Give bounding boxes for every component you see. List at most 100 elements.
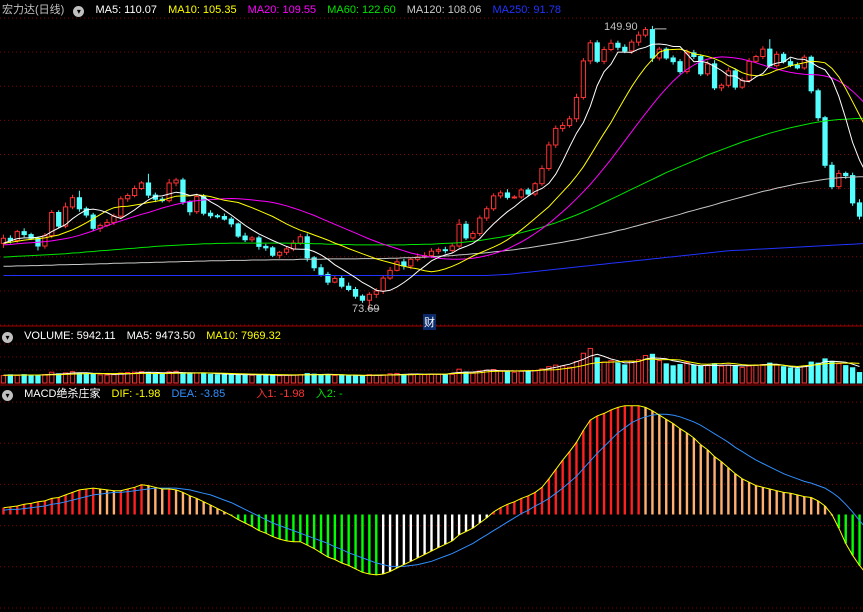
volume-bar <box>760 364 766 384</box>
volume-bar <box>325 374 331 384</box>
price-panel[interactable] <box>0 25 863 310</box>
volume-toggle-icon[interactable]: ▾ <box>2 332 13 343</box>
volume-label: VOLUME: 5942.11 <box>24 330 116 342</box>
macd-bar <box>692 438 696 515</box>
ma60-label: MA60: 122.60 <box>327 4 396 16</box>
volume-bar <box>815 362 821 384</box>
volume-bar <box>677 364 683 384</box>
macd-bar <box>319 514 323 553</box>
candle <box>732 70 738 88</box>
volume-bar <box>587 347 593 384</box>
macd-bar <box>409 514 412 562</box>
macd-title: MACD绝杀庄家 <box>24 388 101 400</box>
volume-bar <box>332 374 338 384</box>
macd-bar <box>312 514 316 549</box>
macd-bar <box>264 514 268 534</box>
volume-bar <box>290 374 297 384</box>
dea-label: DEA: -3.85 <box>171 388 226 400</box>
low-price-annotation: 73.69 <box>352 303 380 315</box>
volume-ma10-label: MA10: 7969.32 <box>206 330 281 342</box>
macd-bar <box>734 473 737 515</box>
candle <box>580 60 587 98</box>
volume-bar <box>359 375 366 384</box>
macd-bar <box>478 514 482 523</box>
macd-bar <box>789 493 792 515</box>
volume-bar <box>401 373 407 384</box>
candle <box>387 269 393 279</box>
macd-bar <box>513 501 516 515</box>
volume-bar <box>801 366 807 384</box>
macd-panel[interactable] <box>2 405 863 602</box>
ma250-label: MA250: 91.78 <box>492 4 561 16</box>
macd-bar <box>423 514 426 555</box>
macd-bar <box>340 514 343 563</box>
macd-bar <box>637 405 640 515</box>
candle <box>339 277 345 287</box>
volume-ma5-line <box>3 353 860 377</box>
macd-bar <box>602 413 606 515</box>
macd-bar <box>126 489 129 515</box>
volume-bar <box>90 373 96 384</box>
volume-bar <box>249 374 255 384</box>
volume-bar <box>194 372 200 384</box>
macd-bar <box>526 495 530 515</box>
candle <box>698 55 704 75</box>
candle <box>359 295 366 301</box>
macd-bar <box>147 485 150 515</box>
macd-toggle-icon[interactable]: ▾ <box>2 390 13 401</box>
candle <box>263 245 269 249</box>
volume-bar <box>207 373 214 384</box>
macd-bar <box>589 420 592 515</box>
macd-bar <box>209 505 212 515</box>
macd-bar <box>50 498 53 515</box>
macd-bar <box>278 514 281 540</box>
finance-marker[interactable]: 财 <box>423 314 436 330</box>
volume-bar <box>767 362 773 384</box>
candle <box>145 182 152 196</box>
macd-bar <box>119 490 123 515</box>
candle <box>318 267 324 275</box>
stock-chart[interactable] <box>0 0 863 612</box>
volume-bar <box>83 373 89 384</box>
macd-bar <box>92 488 95 515</box>
macd-bar <box>747 482 751 515</box>
candle <box>373 290 379 295</box>
volume-bar <box>7 374 13 384</box>
entry2-label: 入2: - <box>315 388 343 400</box>
volume-bar <box>283 374 290 384</box>
candle <box>435 249 442 252</box>
volume-panel[interactable] <box>0 347 863 384</box>
macd-bar <box>651 410 654 515</box>
macd-bar <box>609 409 613 515</box>
macd-bar <box>43 500 47 515</box>
candle <box>573 96 580 120</box>
macd-bar <box>71 492 74 515</box>
volume-bar <box>656 360 662 384</box>
macd-bar <box>685 432 689 515</box>
volume-bar <box>339 374 345 384</box>
macd-bar <box>768 489 771 515</box>
macd-bar <box>202 501 205 515</box>
candle <box>601 48 607 62</box>
candle <box>131 187 138 197</box>
volume-bar <box>435 373 442 384</box>
macd-bar <box>816 500 820 515</box>
macd-bar <box>22 504 26 515</box>
macd-bar <box>98 489 102 515</box>
macd-bar <box>140 484 143 515</box>
candle <box>615 42 621 48</box>
macd-bar <box>595 415 599 515</box>
macd-bar <box>416 514 419 558</box>
volume-bar <box>21 374 27 384</box>
candle <box>270 247 276 256</box>
price-header: 宏力达(日线) ▾ MA5: 110.07 MA10: 105.35 MA20:… <box>2 2 569 18</box>
macd-bar <box>174 489 178 515</box>
volume-ma10-line <box>3 358 860 376</box>
candle <box>767 48 773 67</box>
ma10-label: MA10: 105.35 <box>168 4 237 16</box>
candle <box>180 179 186 203</box>
candle <box>822 117 828 166</box>
candle <box>497 192 504 197</box>
settings-toggle-icon[interactable]: ▾ <box>73 6 85 17</box>
volume-bar <box>187 373 193 384</box>
